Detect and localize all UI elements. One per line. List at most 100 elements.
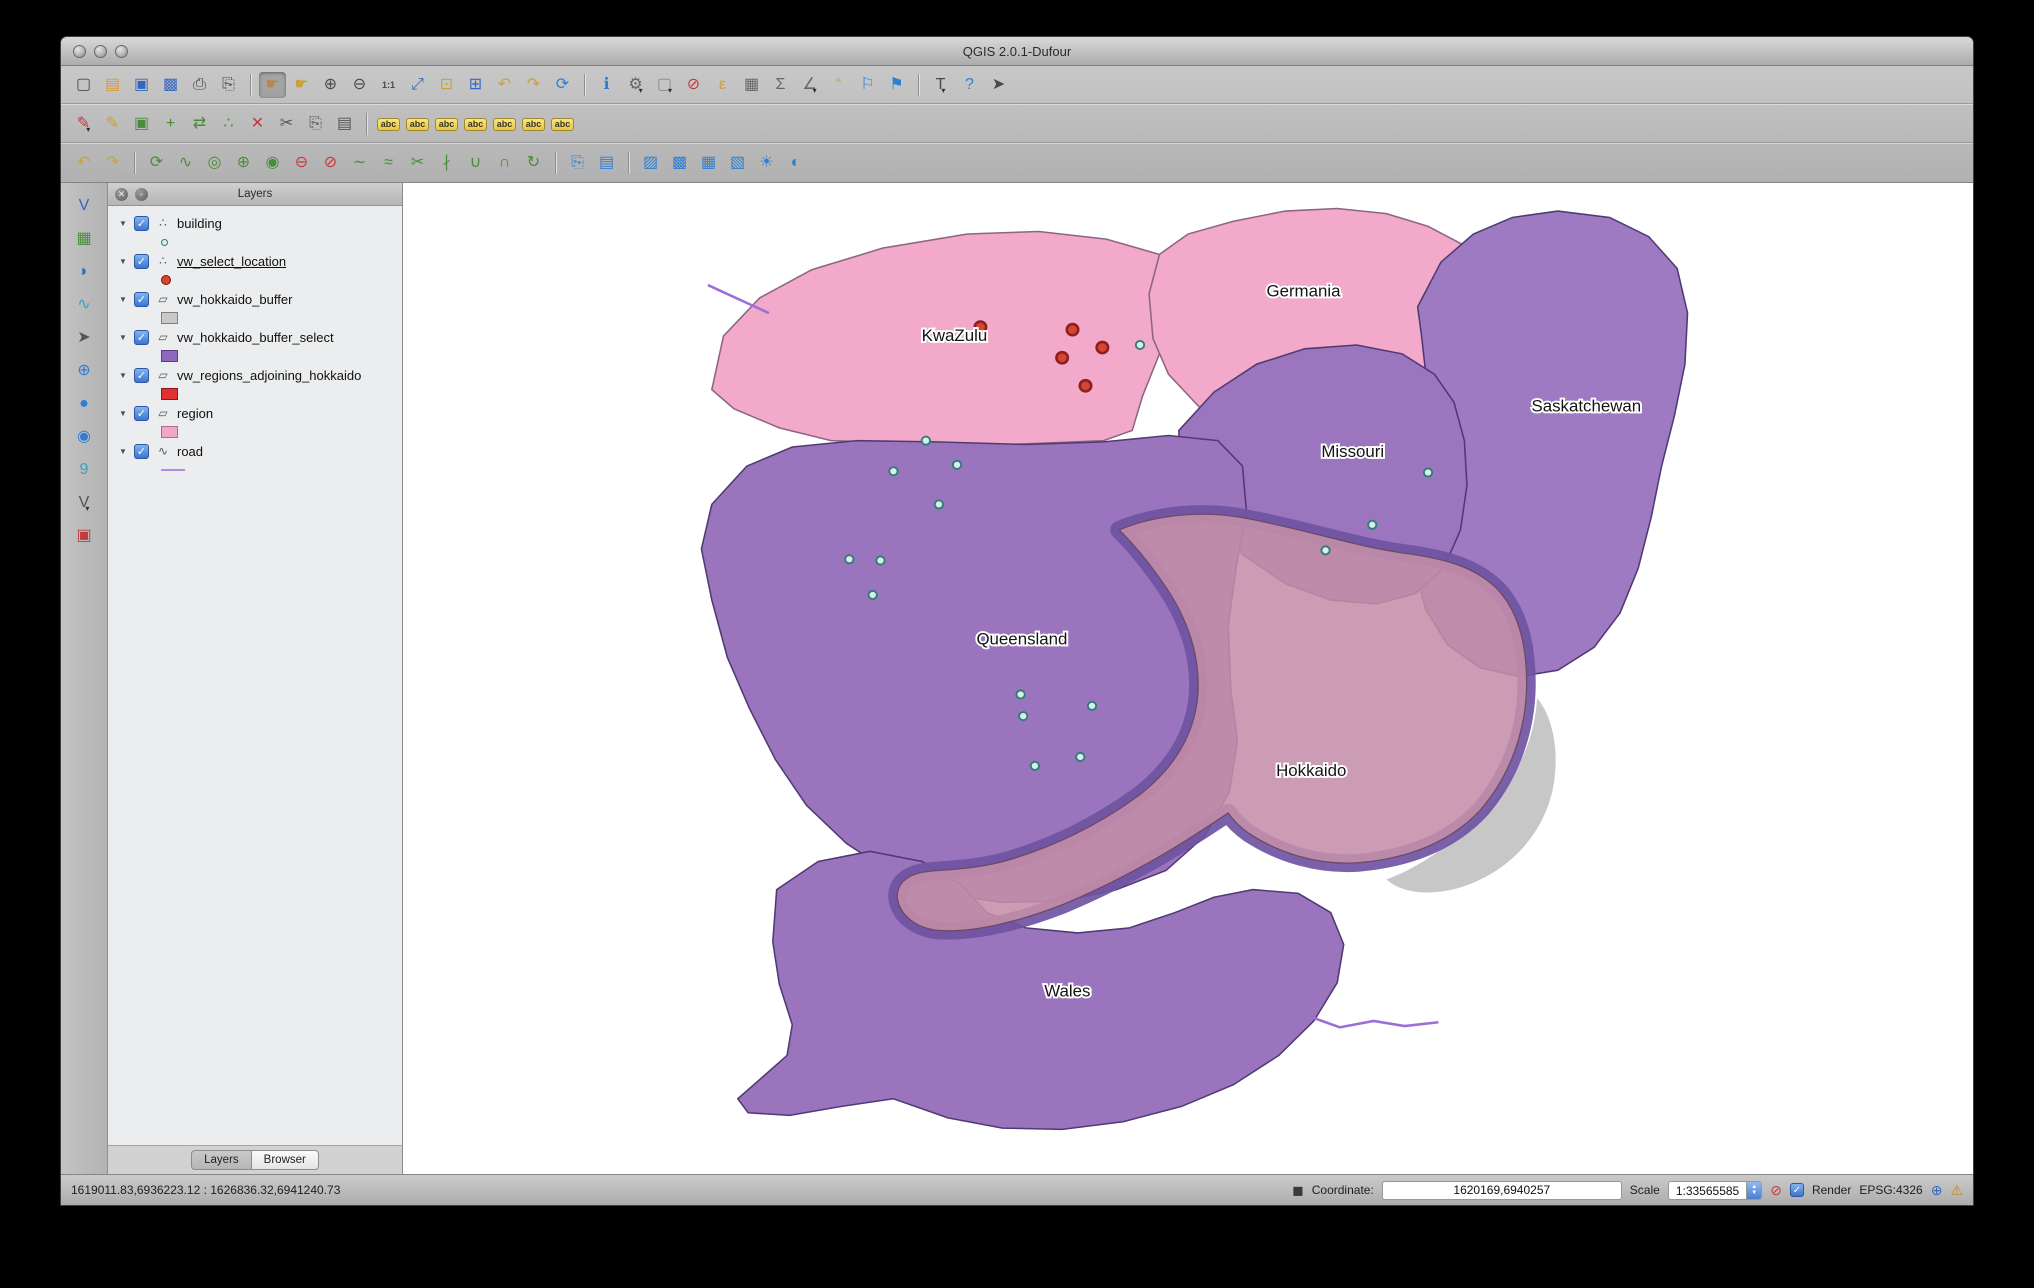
pan-map-button[interactable]: ☛ — [259, 72, 286, 98]
layer-label[interactable]: road — [177, 444, 203, 459]
refresh-map-button[interactable]: ⟳ — [549, 72, 576, 98]
select-features-dropdown-arrow[interactable]: ▾ — [668, 86, 672, 98]
open-project-button[interactable]: ▤ — [99, 72, 126, 98]
titlebar[interactable]: QGIS 2.0.1-Dufour — [61, 37, 1973, 66]
tab-browser[interactable]: Browser — [250, 1150, 319, 1170]
current-edits-dropdown-arrow[interactable]: ▾ — [86, 125, 90, 137]
add-postgis-layer-button[interactable]: ◗ — [71, 259, 98, 285]
layer-expand-icon[interactable]: ▼ — [118, 333, 128, 342]
text-annotation-dropdown-arrow[interactable]: ▾ — [941, 86, 945, 98]
rotate-label-button[interactable]: abc — [520, 111, 547, 137]
add-raster-layer-button[interactable]: ▦ — [71, 226, 98, 252]
save-layer-edits-button[interactable]: ▣ — [128, 111, 155, 137]
select-features-button[interactable]: ▢ ▾ — [651, 72, 678, 98]
raster-stretch-local-button[interactable]: ▨ — [637, 150, 664, 176]
zoom-last-button[interactable]: ↶ — [491, 72, 518, 98]
copy-features-button[interactable]: ⎘ — [302, 111, 329, 137]
show-bookmarks-button[interactable]: ⚑ — [883, 72, 910, 98]
zoom-full-button[interactable]: ⤢ — [404, 72, 431, 98]
zoom-out-button[interactable]: ⊖ — [346, 72, 373, 98]
layer-label[interactable]: region — [177, 406, 213, 421]
merge-attributes-button[interactable]: ∩ — [491, 150, 518, 176]
new-bookmark-button[interactable]: ⚐ — [854, 72, 881, 98]
layer-label[interactable]: vw_regions_adjoining_hokkaido — [177, 368, 361, 383]
offset-curve-button[interactable]: ≈ — [375, 150, 402, 176]
current-edits-button[interactable]: ✎ ▾ — [70, 111, 97, 137]
layer-checkbox[interactable]: ✓ — [134, 405, 149, 421]
raster-stretch-full-button[interactable]: ▩ — [666, 150, 693, 176]
add-wfs-layer-button[interactable]: ● — [71, 391, 98, 417]
delete-ring-button[interactable]: ⊖ — [288, 150, 315, 176]
reshape-features-button[interactable]: ∼ — [346, 150, 373, 176]
layer-label[interactable]: vw_select_location — [177, 254, 286, 269]
labeling-button[interactable]: abc — [375, 111, 402, 137]
select-by-expression-button[interactable]: ε — [709, 72, 736, 98]
redo-button[interactable]: ↷ — [99, 150, 126, 176]
add-oracle-layer-button[interactable]: 9 — [71, 457, 98, 483]
add-delimited-text-layer-button[interactable]: ➤ — [71, 325, 98, 351]
cut-features-button[interactable]: ✂ — [273, 111, 300, 137]
add-spatialite-layer-button[interactable]: ∿ — [71, 292, 98, 318]
simplify-feature-button[interactable]: ∿ — [172, 150, 199, 176]
raster-cumulative-stretch-local-button[interactable]: ▦ — [695, 150, 722, 176]
composer-manager-button[interactable]: ⎘ — [215, 72, 242, 98]
layer-label[interactable]: building — [177, 216, 222, 231]
move-feature-button[interactable]: ⇄ — [186, 111, 213, 137]
increase-contrast-button[interactable]: ◐ — [782, 150, 809, 176]
show-hide-labels-button[interactable]: abc — [462, 111, 489, 137]
add-wcs-layer-button[interactable]: ◉ — [71, 424, 98, 450]
layer-item[interactable]: ▼ ✓ ▱ vw_regions_adjoining_hokkaido — [108, 364, 402, 386]
layer-item[interactable]: ▼ ✓ ∿ road — [108, 440, 402, 462]
minimize-button[interactable] — [94, 44, 107, 58]
layer-expand-icon[interactable]: ▼ — [118, 409, 128, 418]
layer-item[interactable]: ▼ ✓ ▱ vw_hokkaido_buffer_select — [108, 326, 402, 348]
save-project-as-button[interactable]: ▩ — [157, 72, 184, 98]
copy-attributes-button[interactable]: ⎘ — [564, 150, 591, 176]
tab-layers[interactable]: Layers — [191, 1150, 251, 1170]
layer-checkbox[interactable]: ✓ — [134, 443, 149, 459]
layer-item[interactable]: ▼ ✓ ▱ region — [108, 402, 402, 424]
layer-item[interactable]: ▼ ✓ ▱ vw_hokkaido_buffer — [108, 288, 402, 310]
mouse-position-icon[interactable]: ◼ — [1292, 1183, 1304, 1197]
layer-checkbox[interactable]: ✓ — [134, 253, 149, 269]
split-parts-button[interactable]: ∤ — [433, 150, 460, 176]
zoom-to-layer-button[interactable]: ⊞ — [462, 72, 489, 98]
new-shapefile-layer-dropdown-arrow[interactable]: ▾ — [85, 504, 89, 516]
delete-part-button[interactable]: ⊘ — [317, 150, 344, 176]
zoom-native-button[interactable]: 1:1 — [375, 72, 402, 98]
scale-stepper-icon[interactable]: ▲ ▼ — [1746, 1181, 1762, 1199]
run-feature-action-dropdown-arrow[interactable]: ▾ — [639, 86, 643, 98]
new-print-composer-button[interactable]: ⎙ — [186, 72, 213, 98]
panel-close-icon[interactable]: ✕ — [115, 187, 128, 201]
highlight-pinned-labels-button[interactable]: abc — [433, 111, 460, 137]
layer-item[interactable]: ▼ ✓ ∴ vw_select_location — [108, 250, 402, 272]
add-part-button[interactable]: ⊕ — [230, 150, 257, 176]
zoom-window-button[interactable] — [115, 44, 128, 58]
undo-button[interactable]: ↶ — [70, 150, 97, 176]
field-calculator-button[interactable]: Σ — [767, 72, 794, 98]
zoom-in-button[interactable]: ⊕ — [317, 72, 344, 98]
new-project-button[interactable]: ▢ — [70, 72, 97, 98]
layer-checkbox[interactable]: ✓ — [134, 367, 149, 383]
add-wms-layer-button[interactable]: ⊕ — [71, 358, 98, 384]
increase-brightness-button[interactable]: ☀ — [753, 150, 780, 176]
save-project-button[interactable]: ▣ — [128, 72, 155, 98]
zoom-next-button[interactable]: ↷ — [520, 72, 547, 98]
layer-checkbox[interactable]: ✓ — [134, 329, 149, 345]
help-contents-button[interactable]: ? — [956, 72, 983, 98]
paste-features-button[interactable]: ▤ — [331, 111, 358, 137]
log-messages-icon[interactable]: ⚠ — [1950, 1183, 1963, 1197]
layer-expand-icon[interactable]: ▼ — [118, 257, 128, 266]
map-tips-button[interactable]: “ — [825, 72, 852, 98]
map-canvas[interactable]: KwaZulu Germania Saskatchewan Missouri Queen… — [403, 183, 1973, 1174]
move-label-button[interactable]: abc — [491, 111, 518, 137]
open-attribute-table-button[interactable]: ▦ — [738, 72, 765, 98]
new-shapefile-layer-button[interactable]: V ▾ — [71, 490, 98, 516]
delete-selected-button[interactable]: ✕ — [244, 111, 271, 137]
layer-checkbox[interactable]: ✓ — [134, 215, 149, 231]
crs-status-icon[interactable]: ⊕ — [1931, 1183, 1943, 1197]
panel-float-icon[interactable]: ◦ — [135, 187, 148, 201]
run-feature-action-button[interactable]: ⚙ ▾ — [622, 72, 649, 98]
layer-expand-icon[interactable]: ▼ — [118, 447, 128, 456]
render-checkbox[interactable]: ✓ — [1789, 1183, 1804, 1197]
